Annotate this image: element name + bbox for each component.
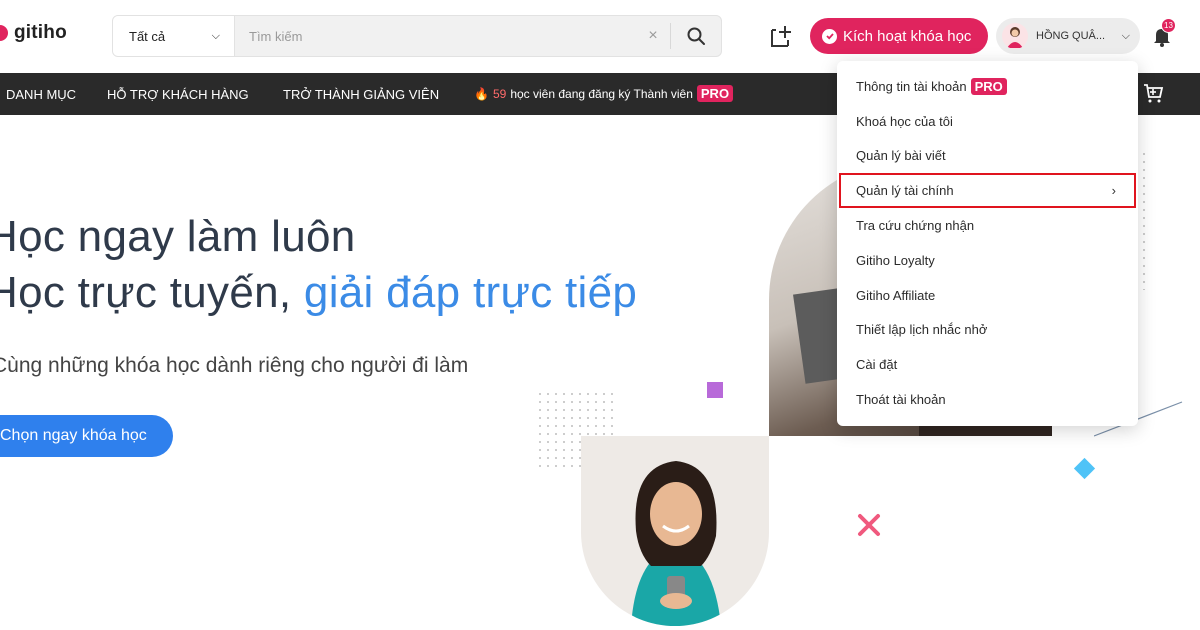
pro-badge: PRO [970, 77, 1007, 95]
pro-badge: PRO [696, 85, 734, 102]
logo-text: gitiho [14, 22, 67, 43]
search-button[interactable] [671, 16, 721, 56]
diamond-decoration [1073, 457, 1096, 480]
menu-item-label: Tra cứu chứng nhận [856, 218, 975, 234]
menu-item-loyalty[interactable]: Gitiho Loyalty [837, 243, 1138, 278]
search-input[interactable] [235, 16, 636, 56]
logo-mark-icon [0, 25, 8, 41]
menu-item-label: Quản lý tài chính [856, 183, 954, 199]
promo-text: học viên đang đăng ký Thành viên [510, 86, 693, 101]
choose-course-button[interactable]: Chọn ngay khóa học [0, 415, 173, 457]
add-icon[interactable] [768, 24, 794, 50]
chevron-down-icon: ⌵ [1121, 29, 1130, 42]
menu-item-label: Thông tin tài khoản [856, 78, 967, 94]
logo[interactable]: gitiho [0, 22, 67, 44]
menu-item-affiliate[interactable]: Gitiho Affiliate [837, 278, 1138, 313]
notification-badge: 13 [1161, 18, 1176, 33]
menu-item-account-info[interactable]: Thông tin tài khoản PRO [837, 69, 1138, 104]
menu-item-label: Gitiho Loyalty [856, 252, 935, 268]
pro-promo-banner[interactable]: 🔥 59 học viên đang đăng ký Thành viên PR… [474, 85, 734, 102]
menu-item-manage-posts[interactable]: Quản lý bài viết [837, 139, 1138, 174]
user-dropdown-menu: Thông tin tài khoản PRO Khoá học của tôi… [837, 61, 1138, 426]
fire-icon: 🔥 [474, 86, 489, 101]
user-name: HỒNG QUÂ... [1036, 30, 1106, 42]
activate-course-label: Kích hoạt khóa học [843, 27, 972, 45]
search-category-select[interactable]: Tất cả ⌵ [113, 16, 235, 56]
promo-count: 59 [492, 86, 507, 101]
square-decoration [707, 382, 723, 398]
menu-item-settings[interactable]: Cài đặt [837, 347, 1138, 382]
hero-photo-woman [581, 436, 769, 626]
avatar [1002, 23, 1028, 49]
hero-subtitle: Cùng những khóa học dành riêng cho người… [0, 354, 469, 377]
cart-icon[interactable] [1142, 82, 1164, 104]
menu-item-reminder-settings[interactable]: Thiết lập lịch nhắc nhở [837, 313, 1138, 348]
hero-title-line-1: Học ngay làm luôn [0, 212, 356, 261]
search-bar: Tất cả ⌵ × [112, 15, 722, 57]
menu-item-label: Khoá học của tôi [856, 113, 953, 129]
nav-item-categories[interactable]: DANH MỤC [6, 87, 76, 102]
dot-grid-decoration [1140, 150, 1148, 290]
activate-course-button[interactable]: Kích hoạt khóa học [810, 18, 988, 54]
menu-item-my-courses[interactable]: Khoá học của tôi [837, 104, 1138, 139]
menu-item-label: Quản lý bài viết [856, 148, 946, 164]
menu-item-label: Gitiho Affiliate [856, 287, 936, 303]
menu-item-logout[interactable]: Thoát tài khoản [837, 382, 1138, 417]
hero-title-accent: giải đáp trực tiếp [303, 268, 638, 317]
menu-item-label: Thoát tài khoản [856, 392, 946, 408]
search-icon [687, 27, 705, 45]
x-decoration-icon [858, 514, 880, 536]
check-circle-icon [822, 28, 837, 44]
chevron-down-icon: ⌵ [211, 29, 220, 42]
nav-item-support[interactable]: HỖ TRỢ KHÁCH HÀNG [107, 87, 249, 102]
hero-title-plain: Học trực tuyến, [0, 268, 292, 317]
menu-item-label: Thiết lập lịch nhắc nhở [856, 322, 988, 338]
hero-title-line-2: Học trực tuyến, giải đáp trực tiếp [0, 268, 637, 318]
menu-item-certificate-lookup[interactable]: Tra cứu chứng nhận [837, 208, 1138, 243]
nav-item-become-instructor[interactable]: TRỞ THÀNH GIẢNG VIÊN [283, 87, 439, 102]
menu-item-label: Cài đặt [856, 357, 898, 373]
clear-icon[interactable]: × [636, 27, 670, 45]
menu-item-finance-management[interactable]: Quản lý tài chính › [839, 173, 1136, 209]
chevron-right-icon: › [1111, 183, 1116, 199]
search-category-label: Tất cả [129, 28, 166, 44]
user-menu-button[interactable]: HỒNG QUÂ... ⌵ [996, 18, 1140, 54]
